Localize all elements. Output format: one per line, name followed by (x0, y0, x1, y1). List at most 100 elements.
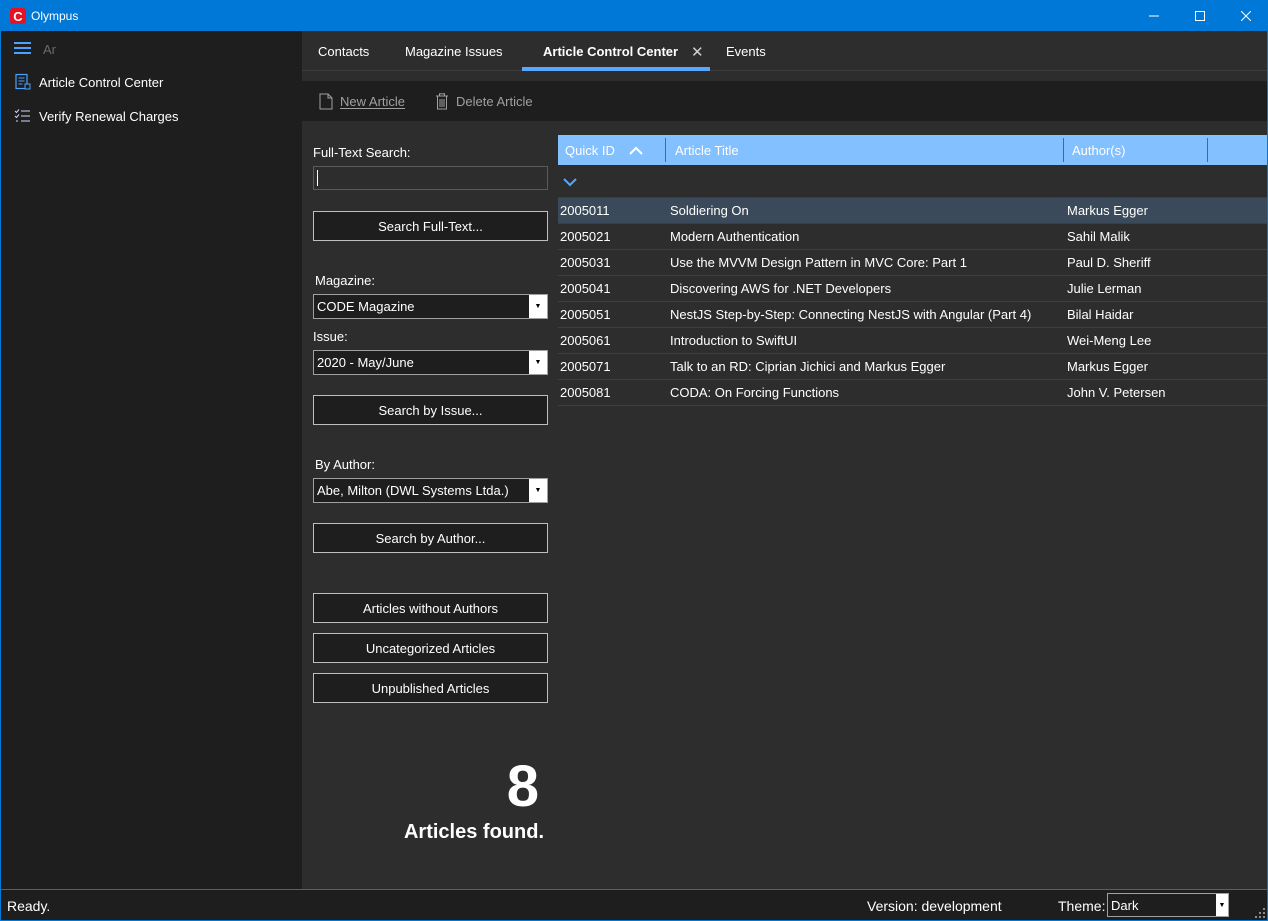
search-by-issue-button[interactable]: Search by Issue... (313, 395, 548, 425)
uncategorized-articles-button[interactable]: Uncategorized Articles (313, 633, 548, 663)
minimize-icon (1149, 15, 1159, 17)
unpublished-articles-button[interactable]: Unpublished Articles (313, 673, 548, 703)
column-header-label: Quick ID (565, 142, 615, 158)
cell-authors: Wei-Meng Lee (1067, 333, 1152, 348)
articles-without-authors-button[interactable]: Articles without Authors (313, 593, 548, 623)
sidebar-search-input[interactable]: Ar (43, 42, 56, 57)
dropdown-arrow-icon[interactable]: ▼ (529, 479, 547, 502)
author-select-value: Abe, Milton (DWL Systems Ltda.) (317, 483, 509, 498)
version-text: Version: development (867, 898, 1002, 914)
cell-article-title: NestJS Step-by-Step: Connecting NestJS w… (670, 307, 1032, 322)
column-separator[interactable] (1207, 138, 1208, 162)
issue-select-value: 2020 - May/June (317, 355, 414, 370)
trash-icon (436, 92, 448, 109)
cell-article-title: Introduction to SwiftUI (670, 333, 798, 348)
tab-contacts[interactable]: Contacts (318, 31, 369, 71)
articles-found-label: Articles found. (403, 821, 544, 843)
author-label: By Author: (315, 457, 375, 472)
cell-quick-id: 2005061 (560, 333, 611, 348)
cell-article-title: Discovering AWS for .NET Developers (670, 281, 892, 296)
table-row[interactable]: 2005021 Modern Authentication Sahil Malik (558, 224, 1267, 250)
magazine-select-value: CODE Magazine (317, 299, 415, 314)
article-icon (15, 73, 31, 90)
text-caret (317, 170, 318, 186)
column-header-article-title[interactable]: Article Title (675, 135, 739, 165)
toolbar: New Article Delete Article (302, 81, 1267, 121)
table-row[interactable]: 2005081 CODA: On Forcing Functions John V.… (558, 380, 1267, 406)
theme-label: Theme: (1058, 898, 1106, 914)
status-bar: Ready. Version: development Theme: Dark … (1, 889, 1267, 920)
cell-quick-id: 2005041 (560, 281, 611, 296)
author-select[interactable]: Abe, Milton (DWL Systems Ltda.) ▼ (313, 478, 548, 503)
column-header-authors[interactable]: Author(s) (1072, 135, 1125, 165)
articles-count: 8 (506, 754, 539, 819)
active-tab-indicator (522, 67, 710, 71)
dropdown-arrow-icon[interactable]: ▼ (529, 295, 547, 318)
tab-events[interactable]: Events (726, 31, 766, 71)
cell-article-title: Use the MVVM Design Pattern in MVC Core:… (670, 255, 967, 270)
column-separator[interactable] (1063, 138, 1064, 162)
new-article-button[interactable]: New Article (319, 81, 405, 121)
hamburger-menu-icon[interactable] (14, 42, 31, 54)
table-row[interactable]: 2005011 Soldiering On Markus Egger (558, 198, 1267, 224)
magazine-label: Magazine: (315, 273, 375, 288)
grid-header: Quick ID Article Title Author(s) (558, 135, 1267, 165)
cell-authors: John V. Petersen (1067, 385, 1166, 400)
delete-article-label: Delete Article (456, 93, 533, 109)
dropdown-arrow-icon[interactable]: ▼ (1216, 894, 1228, 916)
table-row[interactable]: 2005051 NestJS Step-by-Step: Connecting N… (558, 302, 1267, 328)
status-text: Ready. (7, 898, 51, 914)
issue-label: Issue: (313, 329, 348, 344)
minimize-button[interactable] (1131, 1, 1177, 31)
close-button[interactable] (1223, 1, 1268, 31)
column-header-quick-id[interactable]: Quick ID (565, 135, 643, 165)
cell-authors: Markus Egger (1067, 203, 1148, 218)
search-fulltext-button[interactable]: Search Full-Text... (313, 211, 548, 241)
sort-ascending-icon (629, 146, 643, 155)
tab-bar: Contacts Magazine Issues Article Control… (302, 31, 1267, 71)
column-separator[interactable] (665, 138, 666, 162)
resize-grip-icon[interactable] (1255, 908, 1265, 918)
title-bar[interactable]: C Olympus (1, 1, 1267, 31)
cell-authors: Julie Lerman (1067, 281, 1142, 296)
cell-article-title: Talk to an RD: Ciprian Jichici and Marku… (670, 359, 946, 374)
theme-select[interactable]: Dark ▼ (1107, 893, 1229, 917)
table-row[interactable]: 2005041 Discovering AWS for .NET Develope… (558, 276, 1267, 302)
chevron-down-icon[interactable] (563, 178, 577, 187)
checklist-icon (14, 109, 30, 122)
cell-quick-id: 2005011 (560, 203, 610, 218)
search-by-author-button[interactable]: Search by Author... (313, 523, 548, 553)
sidebar-item-article-control-center[interactable]: Article Control Center (1, 67, 302, 97)
cell-authors: Bilal Haidar (1067, 307, 1134, 322)
sidebar: Ar Article Control Center Verify Renewal… (1, 31, 302, 889)
cell-authors: Paul D. Sheriff (1067, 255, 1151, 270)
sidebar-item-verify-renewal-charges[interactable]: Verify Renewal Charges (1, 101, 302, 131)
cell-quick-id: 2005081 (560, 385, 611, 400)
cell-quick-id: 2005071 (560, 359, 611, 374)
new-article-label: New Article (340, 93, 406, 109)
cell-quick-id: 2005021 (560, 229, 611, 244)
maximize-icon (1195, 11, 1205, 21)
table-row[interactable]: 2005031 Use the MVVM Design Pattern in MV… (558, 250, 1267, 276)
maximize-button[interactable] (1177, 1, 1223, 31)
cell-article-title: CODA: On Forcing Functions (670, 385, 840, 400)
tab-article-control-center[interactable]: Article Control Center (543, 31, 678, 71)
table-row[interactable]: 2005061 Introduction to SwiftUI Wei-Meng L… (558, 328, 1267, 354)
dropdown-arrow-icon[interactable]: ▼ (529, 351, 547, 374)
app-window: C Olympus Ar Article Control Center Veri… (0, 0, 1268, 921)
new-document-icon (319, 93, 333, 109)
sidebar-item-label: Article Control Center (39, 74, 164, 90)
tab-magazine-issues[interactable]: Magazine Issues (405, 31, 503, 71)
cell-authors: Markus Egger (1067, 359, 1148, 374)
cell-article-title: Soldiering On (670, 203, 749, 218)
close-icon (1241, 11, 1251, 21)
table-row[interactable]: 2005071 Talk to an RD: Ciprian Jichici an… (558, 354, 1267, 380)
tab-close-icon[interactable]: ✕ (691, 43, 704, 61)
delete-article-button[interactable]: Delete Article (435, 81, 533, 121)
app-logo-icon: C (10, 8, 26, 24)
cell-article-title: Modern Authentication (670, 229, 800, 244)
fulltext-search-input[interactable] (313, 166, 548, 190)
magazine-select[interactable]: CODE Magazine ▼ (313, 294, 548, 319)
cell-quick-id: 2005031 (560, 255, 611, 270)
issue-select[interactable]: 2020 - May/June ▼ (313, 350, 548, 375)
